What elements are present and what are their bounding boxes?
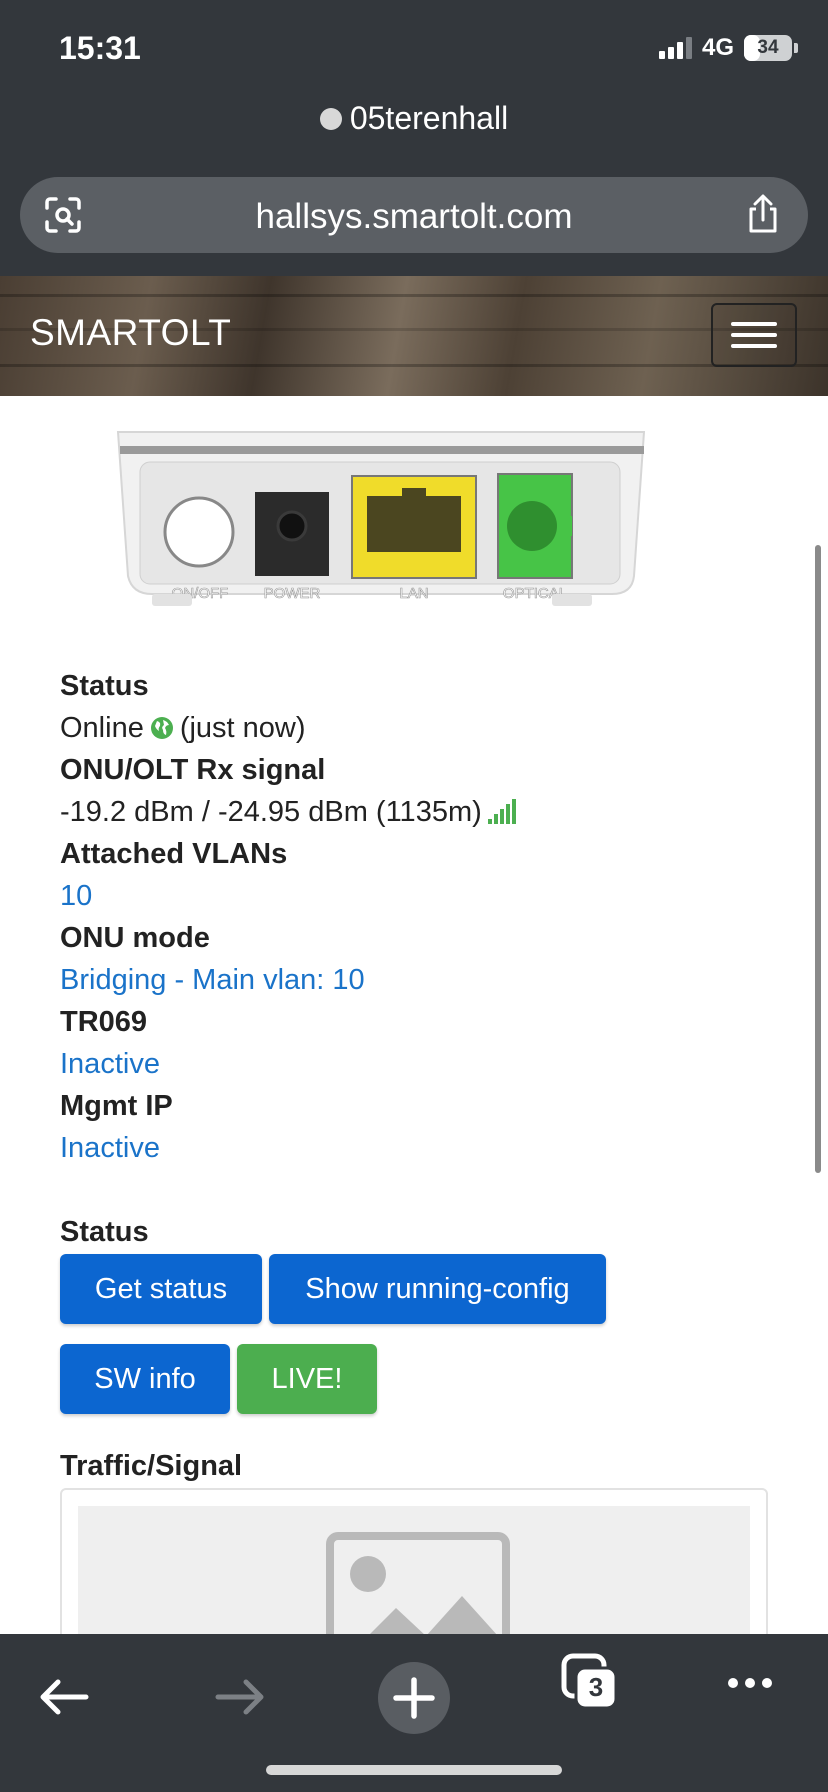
site-brand[interactable]: SMARTOLT	[30, 312, 231, 354]
back-arrow-icon[interactable]	[38, 1678, 90, 1716]
port-label-power: POWER	[264, 585, 321, 602]
tab-title-text: 05terenhall	[349, 100, 509, 136]
tab-title[interactable]: 05terenhall	[0, 100, 828, 137]
status-indicators: 4G 34	[658, 34, 798, 62]
rx-signal-value: -19.2 dBm / -24.95 dBm (1135m)	[60, 796, 482, 828]
tr069-link[interactable]: Inactive	[60, 1043, 760, 1085]
port-label-lan: LAN	[399, 585, 428, 602]
vlans-label: Attached VLANs	[60, 838, 288, 870]
traffic-graph-panel	[60, 1488, 768, 1648]
more-icon[interactable]	[727, 1676, 773, 1690]
battery-nub	[794, 43, 798, 53]
address-bar[interactable]: hallsys.smartolt.com	[20, 177, 808, 253]
navbar-texture	[0, 294, 828, 297]
traffic-graph-placeholder	[78, 1506, 750, 1646]
rx-signal-row: -19.2 dBm / -24.95 dBm (1135m)	[60, 791, 760, 833]
onu-info-list: Status Online (just now) ONU/OLT Rx sign…	[60, 665, 760, 1169]
vlans-value-link[interactable]: 10	[60, 875, 760, 917]
status-value: Online	[60, 712, 144, 744]
onu-mode-label: ONU mode	[60, 922, 210, 954]
mgmt-ip-label: Mgmt IP	[60, 1090, 173, 1122]
image-placeholder-icon	[326, 1532, 510, 1646]
onu-device-image: ON/OFF POWER LAN OPTICAL	[116, 431, 646, 606]
onu-mode-link[interactable]: Bridging - Main vlan: 10	[60, 959, 760, 1001]
tab-favicon-icon	[319, 108, 342, 130]
cellular-signal-icon	[658, 37, 692, 59]
globe-icon	[150, 717, 173, 739]
browser-top-chrome: 15:31 4G 34 05terenhall hallsys.smartolt…	[0, 0, 828, 276]
url-text: hallsys.smartolt.com	[255, 197, 573, 236]
status-value-row: Online (just now)	[60, 707, 760, 749]
hamburger-menu-button[interactable]	[711, 303, 797, 367]
page-scrollbar[interactable]	[815, 545, 821, 1173]
mgmt-ip-link[interactable]: Inactive	[60, 1127, 760, 1169]
hamburger-line	[731, 344, 777, 348]
show-running-config-button[interactable]: Show running-config	[269, 1254, 606, 1324]
status-label: Status	[60, 670, 149, 702]
sw-info-button[interactable]: SW info	[60, 1344, 230, 1414]
navbar-texture	[0, 364, 828, 367]
share-icon[interactable]	[744, 193, 782, 235]
plus-icon[interactable]	[378, 1662, 450, 1734]
site-navbar: SMARTOLT	[0, 276, 828, 396]
status-time: 15:31	[59, 30, 141, 66]
home-indicator	[266, 1765, 562, 1775]
traffic-signal-label: Traffic/Signal	[60, 1450, 243, 1482]
status-time: (just now)	[179, 712, 306, 744]
signal-strength-icon	[487, 799, 516, 824]
network-type: 4G	[701, 34, 734, 61]
live-button[interactable]: LIVE!	[237, 1344, 377, 1414]
hamburger-line	[731, 333, 777, 337]
forward-arrow-icon[interactable]	[214, 1678, 266, 1716]
tabs-count: 3	[588, 1672, 604, 1702]
rx-signal-label: ONU/OLT Rx signal	[60, 754, 326, 786]
actions-section-label: Status	[60, 1216, 149, 1248]
battery-level: 34	[757, 37, 779, 58]
get-status-button[interactable]: Get status	[60, 1254, 262, 1324]
battery-icon: 34	[744, 35, 792, 61]
hamburger-line	[731, 322, 777, 326]
tr069-label: TR069	[60, 1006, 148, 1038]
tabs-button[interactable]: 3	[560, 1652, 620, 1714]
